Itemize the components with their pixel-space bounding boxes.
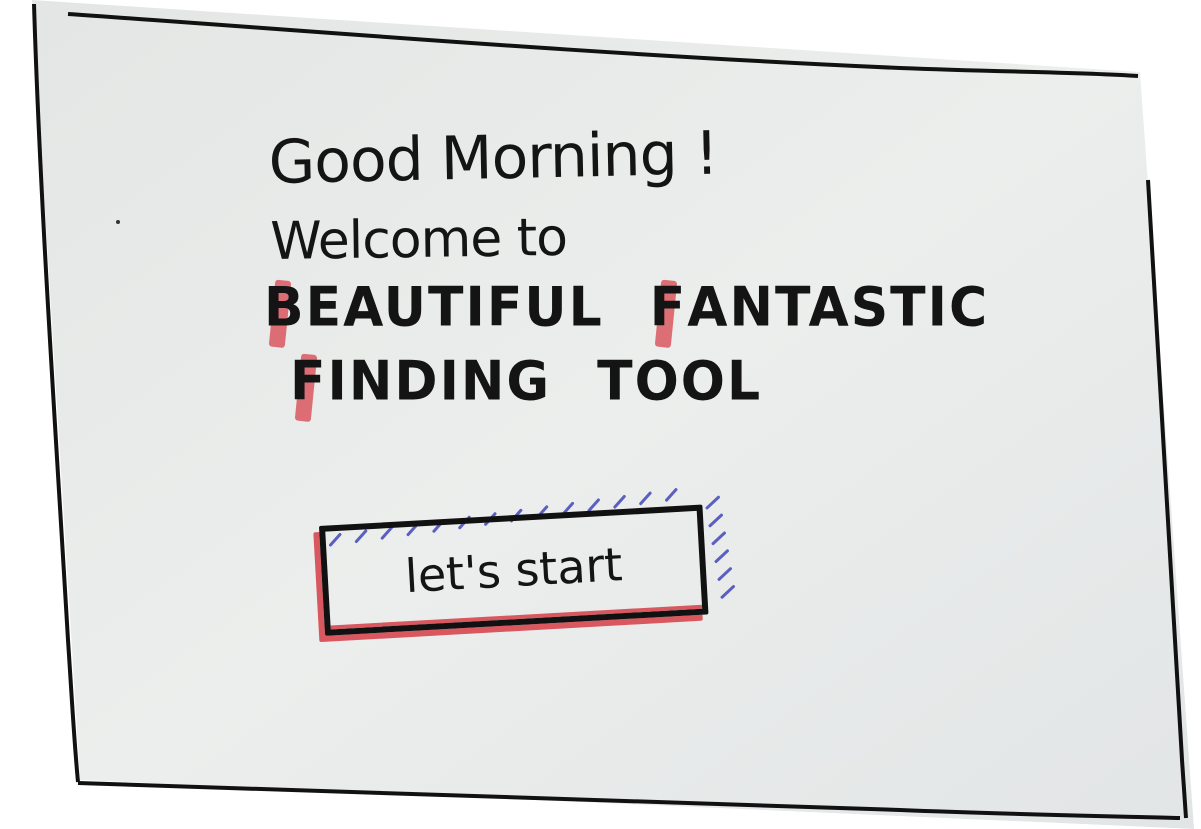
app-name-initial-f: F (649, 276, 688, 339)
app-name-word-rest: TOOL (597, 350, 763, 413)
app-name-initial-f: F (290, 350, 328, 413)
app-name-word-rest: ANTASTIC (687, 276, 990, 339)
app-name-word-beautiful: BEAUTIFUL (264, 276, 604, 339)
app-name-word-tool: TOOL (597, 350, 762, 413)
app-name-word-fantastic: FANTASTIC (650, 276, 989, 339)
app-name-line-2: FINDING TOOL (290, 350, 762, 413)
app-name-word-rest: EAUTIFUL (305, 276, 604, 339)
app-name-word-finding: FINDING (290, 350, 551, 413)
greeting-heading: Good Morning ! (268, 118, 719, 198)
app-name-word-rest: INDING (327, 350, 552, 413)
welcome-text: Welcome to (270, 207, 568, 272)
start-button-label: let's start (403, 537, 624, 604)
app-name-initial-b: B (264, 276, 306, 339)
app-name-line-1: BEAUTIFUL FANTASTIC (264, 276, 989, 339)
start-button[interactable]: let's start (318, 504, 715, 646)
sketch-photo: Good Morning ! Welcome to BEAUTIFUL FANTA… (0, 0, 1201, 829)
